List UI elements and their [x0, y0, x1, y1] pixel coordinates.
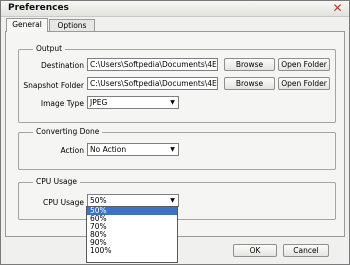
close-icon[interactable]: ✕ — [331, 2, 344, 15]
snapshot-open-folder-button[interactable]: Open Folder — [278, 77, 330, 90]
chevron-down-icon: ▼ — [170, 197, 175, 204]
cpu-usage-dropdown-list: 50% 60% 70% 80% 90% 100% — [86, 206, 178, 263]
destination-browse-button[interactable]: Browse — [224, 58, 275, 71]
destination-open-folder-button[interactable]: Open Folder — [278, 58, 330, 71]
action-value: No Action — [90, 145, 127, 154]
cpu-usage-label: CPU Usage — [42, 198, 84, 207]
snapshot-folder-field[interactable]: C:\Users\Softpedia\Documents\4Easys — [87, 77, 218, 90]
preferences-window: Preferences ✕ General Options Output Des… — [0, 0, 350, 265]
title-bar: Preferences ✕ — [1, 1, 349, 17]
chevron-down-icon: ▼ — [170, 146, 175, 153]
cancel-button[interactable]: Cancel — [283, 244, 329, 257]
snapshot-browse-button[interactable]: Browse — [224, 77, 275, 90]
action-select[interactable]: No Action ▼ — [87, 143, 179, 156]
window-title: Preferences — [8, 3, 69, 13]
destination-field[interactable]: C:\Users\Softpedia\Documents\4Easys — [87, 58, 218, 71]
tab-general[interactable]: General — [6, 18, 48, 32]
cpu-usage-legend: CPU Usage — [33, 177, 81, 187]
ok-button[interactable]: OK — [233, 244, 277, 257]
snapshot-folder-label: Snapshot Folder — [23, 81, 84, 90]
action-label: Action — [60, 146, 85, 155]
cpu-option-100[interactable]: 100% — [87, 247, 177, 255]
destination-label: Destination — [40, 61, 84, 70]
image-type-select[interactable]: JPEG ▼ — [87, 96, 179, 109]
chevron-down-icon: ▼ — [170, 99, 175, 106]
converting-done-legend: Converting Done — [33, 127, 103, 137]
output-legend: Output — [33, 44, 66, 54]
image-type-label: Image Type — [40, 99, 84, 108]
cpu-usage-value: 50% — [90, 196, 107, 205]
image-type-value: JPEG — [90, 98, 108, 107]
